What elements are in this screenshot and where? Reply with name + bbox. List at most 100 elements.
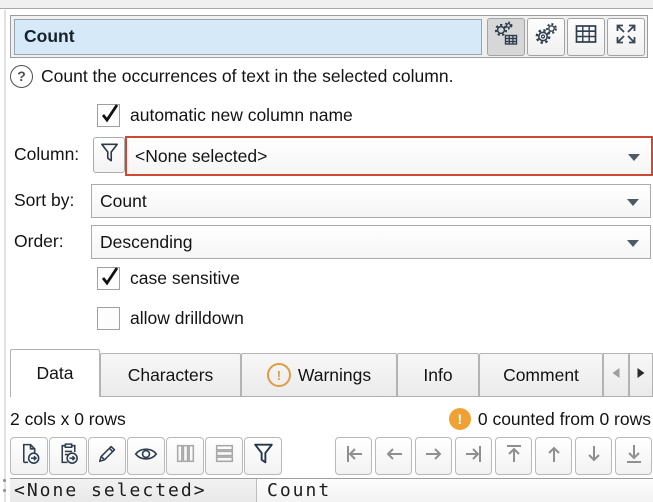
go-last-button[interactable] (455, 437, 492, 475)
paste-clipboard-icon (56, 441, 81, 471)
order-select-value: Descending (100, 232, 192, 253)
case-sensitive-label: case sensitive (130, 268, 240, 289)
tab-comment[interactable]: Comment (479, 353, 603, 396)
go-first-icon (341, 441, 367, 472)
sort-by-select-value: Count (100, 191, 147, 212)
select-rows-button[interactable] (205, 437, 243, 475)
transform-options-button[interactable] (527, 18, 565, 56)
tab-info[interactable]: Info (397, 353, 479, 396)
go-up-button[interactable] (535, 437, 572, 475)
data-toolbar-left (10, 437, 282, 475)
case-sensitive-row: case sensitive (97, 267, 240, 289)
chevron-down-icon (627, 232, 639, 253)
go-down-button[interactable] (575, 437, 612, 475)
triangle-left-icon (611, 366, 621, 384)
go-bottom-button[interactable] (615, 437, 652, 475)
column-header-2[interactable]: Count (257, 479, 653, 502)
help-row: ? Count the occurrences of text in the s… (10, 64, 453, 88)
tab-scroll-prev-button[interactable] (603, 353, 629, 396)
tab-info-label: Info (423, 365, 452, 386)
gears-icon (533, 21, 559, 52)
allow-drilldown-label: allow drilldown (130, 308, 244, 329)
go-top-icon (501, 441, 527, 472)
tab-data[interactable]: Data (10, 349, 100, 397)
transform-title-bar (10, 15, 648, 58)
column-row: Column: <None selected> (0, 136, 653, 172)
filter-icon (98, 141, 121, 169)
sort-by-select[interactable]: Count (91, 184, 651, 218)
column-label: Column: (14, 136, 79, 172)
gears-table-icon (493, 21, 519, 52)
chevron-down-icon (627, 191, 639, 212)
export-file-button[interactable] (10, 437, 48, 475)
go-last-icon (461, 441, 487, 472)
transform-name-input[interactable] (14, 19, 482, 55)
column-header-1[interactable]: <None selected> (10, 479, 257, 502)
rows-icon (212, 441, 237, 471)
chevron-down-icon (628, 146, 640, 167)
tab-bar-baseline (10, 396, 653, 397)
table-icon (573, 21, 599, 52)
warning-badge-icon: ! (449, 408, 471, 430)
auto-column-name-row: automatic new column name (97, 104, 353, 126)
auto-column-name-label: automatic new column name (130, 105, 353, 126)
go-bottom-icon (621, 441, 647, 472)
order-select[interactable]: Descending (91, 225, 651, 259)
window-top-strip (0, 0, 653, 9)
edit-button[interactable] (88, 437, 126, 475)
splitter-handle-dot (3, 479, 6, 482)
column-select[interactable]: <None selected> (125, 136, 653, 176)
help-icon: ? (10, 65, 33, 88)
allow-drilldown-checkbox[interactable] (97, 307, 120, 330)
checkmark-icon (98, 265, 122, 289)
transform-panel: ? Count the occurrences of text in the s… (0, 0, 653, 502)
tab-characters[interactable]: Characters (100, 353, 241, 396)
tab-warnings[interactable]: ! Warnings (241, 353, 397, 396)
paste-button[interactable] (49, 437, 87, 475)
triangle-right-icon (636, 366, 646, 384)
go-top-button[interactable] (495, 437, 532, 475)
count-status: ! 0 counted from 0 rows (449, 408, 651, 430)
splitter-handle-dot (3, 489, 6, 492)
view-button[interactable] (127, 437, 165, 475)
status-row: 2 cols x 0 rows ! 0 counted from 0 rows (10, 404, 651, 434)
sort-by-label: Sort by: (14, 184, 74, 216)
data-toolbar-nav (335, 437, 652, 475)
transform-description: Count the occurrences of text in the sel… (41, 66, 453, 87)
go-previous-button[interactable] (375, 437, 412, 475)
case-sensitive-checkbox[interactable] (97, 267, 120, 290)
show-data-table-button[interactable] (567, 18, 605, 56)
data-table-header: <None selected> Count (10, 478, 653, 502)
tab-characters-label: Characters (128, 365, 214, 386)
filter-button[interactable] (244, 437, 282, 475)
order-label: Order: (14, 225, 64, 257)
column-filter-button[interactable] (93, 137, 125, 173)
sort-by-row: Sort by: Count (0, 184, 653, 216)
maximize-pane-button[interactable] (607, 18, 645, 56)
go-next-button[interactable] (415, 437, 452, 475)
eye-icon (133, 441, 159, 472)
auto-column-name-checkbox[interactable] (97, 104, 120, 127)
select-columns-button[interactable] (166, 437, 204, 475)
tab-comment-label: Comment (503, 365, 579, 386)
go-first-button[interactable] (335, 437, 372, 475)
order-row: Order: Descending (0, 225, 653, 257)
arrow-down-icon (581, 441, 607, 472)
columns-icon (173, 441, 198, 471)
toggle-transform-pane-button[interactable] (487, 18, 525, 56)
allow-drilldown-row: allow drilldown (97, 307, 244, 329)
warning-circle-icon: ! (267, 363, 291, 387)
arrow-up-icon (541, 441, 567, 472)
tab-warnings-label: Warnings (298, 365, 371, 386)
column-select-value: <None selected> (135, 146, 267, 167)
dimensions-text: 2 cols x 0 rows (10, 409, 126, 430)
arrow-right-icon (421, 441, 447, 472)
tab-data-label: Data (37, 363, 74, 384)
arrow-left-icon (381, 441, 407, 472)
checkmark-icon (98, 102, 122, 126)
export-file-icon (17, 441, 42, 471)
expand-icon (613, 21, 639, 52)
tab-scroll-next-button[interactable] (629, 353, 653, 396)
filter-icon (251, 441, 276, 471)
count-status-text: 0 counted from 0 rows (478, 409, 651, 430)
